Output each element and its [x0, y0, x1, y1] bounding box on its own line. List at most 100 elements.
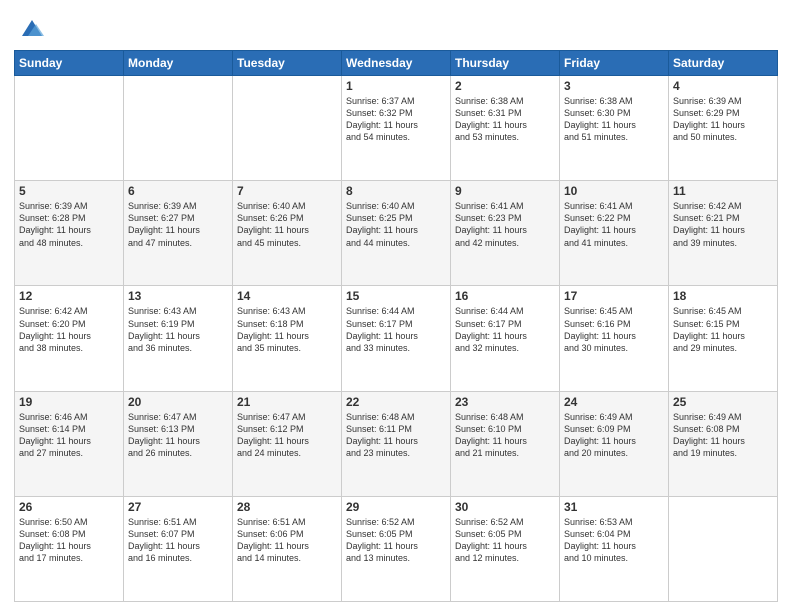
calendar-cell: 6 Sunrise: 6:39 AM Sunset: 6:27 PM Daylig… [124, 181, 233, 286]
day-number: 18 [673, 289, 773, 303]
day-info: Sunrise: 6:43 AM Sunset: 6:19 PM Dayligh… [128, 305, 228, 354]
logo-icon [18, 14, 46, 42]
day-info: Sunrise: 6:52 AM Sunset: 6:05 PM Dayligh… [346, 516, 446, 565]
header-wednesday: Wednesday [342, 51, 451, 76]
day-number: 6 [128, 184, 228, 198]
day-info: Sunrise: 6:51 AM Sunset: 6:07 PM Dayligh… [128, 516, 228, 565]
day-info: Sunrise: 6:37 AM Sunset: 6:32 PM Dayligh… [346, 95, 446, 144]
calendar-cell: 25 Sunrise: 6:49 AM Sunset: 6:08 PM Dayli… [669, 391, 778, 496]
calendar-cell: 1 Sunrise: 6:37 AM Sunset: 6:32 PM Daylig… [342, 76, 451, 181]
day-info: Sunrise: 6:48 AM Sunset: 6:10 PM Dayligh… [455, 411, 555, 460]
day-info: Sunrise: 6:53 AM Sunset: 6:04 PM Dayligh… [564, 516, 664, 565]
day-number: 13 [128, 289, 228, 303]
header-monday: Monday [124, 51, 233, 76]
calendar-cell: 20 Sunrise: 6:47 AM Sunset: 6:13 PM Dayli… [124, 391, 233, 496]
header-friday: Friday [560, 51, 669, 76]
day-number: 20 [128, 395, 228, 409]
day-number: 22 [346, 395, 446, 409]
day-number: 10 [564, 184, 664, 198]
header-tuesday: Tuesday [233, 51, 342, 76]
day-number: 28 [237, 500, 337, 514]
day-info: Sunrise: 6:39 AM Sunset: 6:28 PM Dayligh… [19, 200, 119, 249]
day-info: Sunrise: 6:45 AM Sunset: 6:16 PM Dayligh… [564, 305, 664, 354]
day-number: 14 [237, 289, 337, 303]
calendar-cell [669, 496, 778, 601]
day-info: Sunrise: 6:41 AM Sunset: 6:23 PM Dayligh… [455, 200, 555, 249]
day-info: Sunrise: 6:40 AM Sunset: 6:25 PM Dayligh… [346, 200, 446, 249]
calendar-cell: 30 Sunrise: 6:52 AM Sunset: 6:05 PM Dayli… [451, 496, 560, 601]
calendar-cell: 3 Sunrise: 6:38 AM Sunset: 6:30 PM Daylig… [560, 76, 669, 181]
day-info: Sunrise: 6:42 AM Sunset: 6:20 PM Dayligh… [19, 305, 119, 354]
calendar-cell: 29 Sunrise: 6:52 AM Sunset: 6:05 PM Dayli… [342, 496, 451, 601]
header-saturday: Saturday [669, 51, 778, 76]
calendar-cell: 26 Sunrise: 6:50 AM Sunset: 6:08 PM Dayli… [15, 496, 124, 601]
page: Sunday Monday Tuesday Wednesday Thursday… [0, 0, 792, 612]
day-info: Sunrise: 6:44 AM Sunset: 6:17 PM Dayligh… [346, 305, 446, 354]
day-number: 27 [128, 500, 228, 514]
day-number: 25 [673, 395, 773, 409]
day-number: 31 [564, 500, 664, 514]
day-number: 30 [455, 500, 555, 514]
day-number: 5 [19, 184, 119, 198]
day-info: Sunrise: 6:43 AM Sunset: 6:18 PM Dayligh… [237, 305, 337, 354]
calendar-cell: 19Sunrise: 6:46 AM Sunset: 6:14 PM Dayli… [15, 391, 124, 496]
calendar-cell: 28 Sunrise: 6:51 AM Sunset: 6:06 PM Dayli… [233, 496, 342, 601]
day-info: Sunrise: 6:52 AM Sunset: 6:05 PM Dayligh… [455, 516, 555, 565]
day-info: Sunrise: 6:39 AM Sunset: 6:27 PM Dayligh… [128, 200, 228, 249]
calendar-cell: 13 Sunrise: 6:43 AM Sunset: 6:19 PM Dayli… [124, 286, 233, 391]
day-info: Sunrise: 6:38 AM Sunset: 6:31 PM Dayligh… [455, 95, 555, 144]
calendar-cell: 17Sunrise: 6:45 AM Sunset: 6:16 PM Dayli… [560, 286, 669, 391]
day-number: 7 [237, 184, 337, 198]
day-info: Sunrise: 6:38 AM Sunset: 6:30 PM Dayligh… [564, 95, 664, 144]
calendar-week-1: 1 Sunrise: 6:37 AM Sunset: 6:32 PM Daylig… [15, 76, 778, 181]
calendar-cell: 10 Sunrise: 6:41 AM Sunset: 6:22 PM Dayli… [560, 181, 669, 286]
day-info: Sunrise: 6:47 AM Sunset: 6:12 PM Dayligh… [237, 411, 337, 460]
day-number: 9 [455, 184, 555, 198]
day-number: 23 [455, 395, 555, 409]
day-info: Sunrise: 6:39 AM Sunset: 6:29 PM Dayligh… [673, 95, 773, 144]
day-number: 2 [455, 79, 555, 93]
calendar-cell: 31 Sunrise: 6:53 AM Sunset: 6:04 PM Dayli… [560, 496, 669, 601]
day-number: 1 [346, 79, 446, 93]
header [14, 10, 778, 42]
calendar-cell: 27 Sunrise: 6:51 AM Sunset: 6:07 PM Dayli… [124, 496, 233, 601]
day-info: Sunrise: 6:40 AM Sunset: 6:26 PM Dayligh… [237, 200, 337, 249]
calendar-cell [15, 76, 124, 181]
day-info: Sunrise: 6:42 AM Sunset: 6:21 PM Dayligh… [673, 200, 773, 249]
day-info: Sunrise: 6:47 AM Sunset: 6:13 PM Dayligh… [128, 411, 228, 460]
calendar-cell: 16Sunrise: 6:44 AM Sunset: 6:17 PM Dayli… [451, 286, 560, 391]
calendar-cell [233, 76, 342, 181]
day-number: 12 [19, 289, 119, 303]
header-thursday: Thursday [451, 51, 560, 76]
day-info: Sunrise: 6:46 AM Sunset: 6:14 PM Dayligh… [19, 411, 119, 460]
day-info: Sunrise: 6:49 AM Sunset: 6:09 PM Dayligh… [564, 411, 664, 460]
calendar-cell: 2 Sunrise: 6:38 AM Sunset: 6:31 PM Daylig… [451, 76, 560, 181]
day-info: Sunrise: 6:50 AM Sunset: 6:08 PM Dayligh… [19, 516, 119, 565]
calendar-cell: 15 Sunrise: 6:44 AM Sunset: 6:17 PM Dayli… [342, 286, 451, 391]
day-number: 26 [19, 500, 119, 514]
day-number: 15 [346, 289, 446, 303]
calendar-cell: 4 Sunrise: 6:39 AM Sunset: 6:29 PM Daylig… [669, 76, 778, 181]
calendar-week-4: 19Sunrise: 6:46 AM Sunset: 6:14 PM Dayli… [15, 391, 778, 496]
day-info: Sunrise: 6:51 AM Sunset: 6:06 PM Dayligh… [237, 516, 337, 565]
calendar-cell: 9 Sunrise: 6:41 AM Sunset: 6:23 PM Daylig… [451, 181, 560, 286]
day-number: 29 [346, 500, 446, 514]
calendar-cell [124, 76, 233, 181]
day-info: Sunrise: 6:49 AM Sunset: 6:08 PM Dayligh… [673, 411, 773, 460]
day-number: 21 [237, 395, 337, 409]
day-number: 4 [673, 79, 773, 93]
logo [14, 14, 46, 42]
day-info: Sunrise: 6:48 AM Sunset: 6:11 PM Dayligh… [346, 411, 446, 460]
day-number: 11 [673, 184, 773, 198]
calendar-week-3: 12 Sunrise: 6:42 AM Sunset: 6:20 PM Dayli… [15, 286, 778, 391]
calendar-cell: 8Sunrise: 6:40 AM Sunset: 6:25 PM Daylig… [342, 181, 451, 286]
header-sunday: Sunday [15, 51, 124, 76]
day-info: Sunrise: 6:41 AM Sunset: 6:22 PM Dayligh… [564, 200, 664, 249]
weekday-header-row: Sunday Monday Tuesday Wednesday Thursday… [15, 51, 778, 76]
day-number: 16 [455, 289, 555, 303]
calendar-cell: 7 Sunrise: 6:40 AM Sunset: 6:26 PM Daylig… [233, 181, 342, 286]
day-number: 3 [564, 79, 664, 93]
calendar-cell: 22 Sunrise: 6:48 AM Sunset: 6:11 PM Dayli… [342, 391, 451, 496]
calendar-cell: 21 Sunrise: 6:47 AM Sunset: 6:12 PM Dayli… [233, 391, 342, 496]
calendar-table: Sunday Monday Tuesday Wednesday Thursday… [14, 50, 778, 602]
